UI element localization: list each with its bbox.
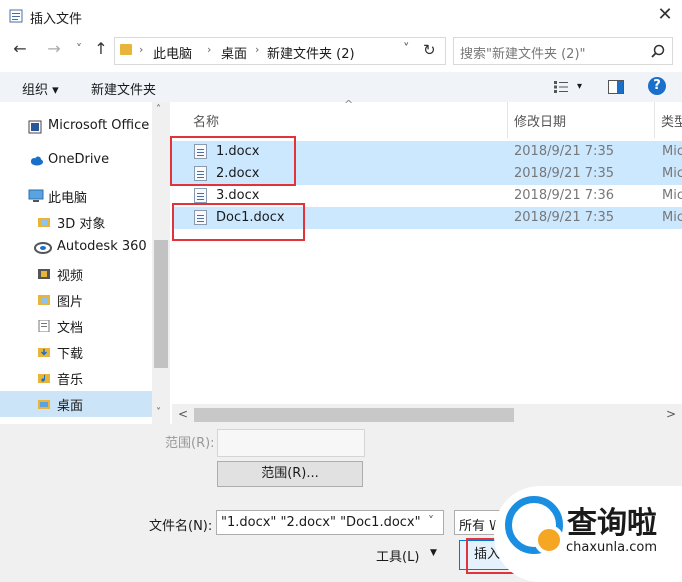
sidebar-item-this-pc[interactable]: 此电脑 xyxy=(0,183,152,209)
forward-button[interactable]: → xyxy=(43,38,65,60)
sidebar-item-label: Microsoft Office xyxy=(48,118,150,133)
preview-pane-icon[interactable] xyxy=(608,80,624,94)
file-name: 3.docx xyxy=(216,188,260,203)
sidebar-item-autodesk-360[interactable]: Autodesk 360 xyxy=(0,235,152,261)
documents-icon xyxy=(38,320,50,332)
up-button[interactable]: ↑ xyxy=(90,38,112,60)
pictures-icon xyxy=(38,295,50,305)
breadcrumb-separator: › xyxy=(207,43,212,56)
navigation-pane: Microsoft Office OneDrive 此电脑 3D 对象 Auto… xyxy=(0,102,170,424)
sidebar-item-label: 视频 xyxy=(57,269,84,284)
sidebar-item-label: 下载 xyxy=(57,347,84,362)
file-modified: 2018/9/21 7:35 xyxy=(514,166,614,181)
command-bar: 组织 ▾ 新建文件夹 ▾ ? xyxy=(0,72,682,102)
address-dropdown-button[interactable]: ˅ xyxy=(403,42,410,57)
refresh-button[interactable]: ↻ xyxy=(423,41,436,59)
sidebar-item-label: 桌面 xyxy=(57,399,84,414)
sidebar-item-label: 3D 对象 xyxy=(57,217,106,232)
breadcrumb-separator: › xyxy=(139,43,144,56)
title-bar: 插入文件 ✕ xyxy=(0,0,682,32)
file-modified: 2018/9/21 7:35 xyxy=(514,144,614,159)
tools-button[interactable]: 工具(L) xyxy=(376,546,419,565)
sidebar-item-label: 此电脑 xyxy=(48,191,88,206)
file-modified: 2018/9/21 7:36 xyxy=(514,188,614,203)
chevron-down-icon[interactable]: ˅ xyxy=(428,514,434,528)
sidebar-item-music[interactable]: 音乐 xyxy=(0,365,152,391)
column-divider[interactable] xyxy=(507,102,508,138)
document-icon xyxy=(9,9,23,23)
music-icon xyxy=(38,374,50,383)
sidebar-item-videos[interactable]: 视频 xyxy=(0,261,152,287)
window-title: 插入文件 xyxy=(30,12,83,27)
sidebar-item-desktop[interactable]: 桌面 xyxy=(0,391,152,417)
range-label: 范围(R): xyxy=(165,436,215,451)
sidebar-item-documents[interactable]: 文档 xyxy=(0,313,152,339)
watermark-logo-dot xyxy=(534,525,564,555)
scroll-down-arrow[interactable]: ˅ xyxy=(156,407,161,418)
autodesk-icon xyxy=(34,242,52,254)
column-divider[interactable] xyxy=(654,102,655,138)
sidebar-item-label: OneDrive xyxy=(48,152,110,167)
sidebar-item-label: 图片 xyxy=(57,295,84,310)
sidebar-item-label: 音乐 xyxy=(57,373,84,388)
sidebar-item-downloads[interactable]: 下载 xyxy=(0,339,152,365)
close-button[interactable]: ✕ xyxy=(654,4,676,26)
breadcrumb-separator: › xyxy=(255,43,260,56)
cloud-icon xyxy=(31,156,43,166)
watermark-brand: 查询啦 xyxy=(567,506,657,541)
office-icon xyxy=(28,120,42,134)
column-header-modified[interactable]: 修改日期 xyxy=(514,111,566,130)
file-type: Mic xyxy=(662,188,682,203)
organize-button[interactable]: 组织 ▾ xyxy=(22,79,59,98)
filename-label: 文件名(N): xyxy=(149,519,213,534)
scroll-right-arrow[interactable]: > xyxy=(666,407,676,421)
column-header-name[interactable]: 名称 xyxy=(193,111,219,130)
video-icon xyxy=(38,269,50,279)
scroll-left-arrow[interactable]: < xyxy=(178,407,188,421)
highlight-box xyxy=(170,136,296,186)
range-button[interactable]: 范围(R)... xyxy=(217,461,363,487)
scroll-up-arrow[interactable]: ˄ xyxy=(156,104,161,115)
address-bar[interactable]: › 此电脑 › 桌面 › 新建文件夹 (2) ˅ ↻ xyxy=(114,37,446,65)
folder-icon xyxy=(38,218,50,227)
search-box[interactable]: 搜索"新建文件夹 (2)" xyxy=(453,37,673,65)
view-options-icon[interactable] xyxy=(553,80,569,94)
sidebar-item-label: Autodesk 360 xyxy=(57,239,147,254)
word-document-icon xyxy=(194,188,207,203)
filename-combobox[interactable]: "1.docx" "2.docx" "Doc1.docx" ˅ xyxy=(216,510,444,535)
folder-icon xyxy=(120,44,132,55)
computer-icon xyxy=(28,189,44,202)
back-button[interactable]: ← xyxy=(9,38,31,60)
breadcrumb-desktop[interactable]: 桌面 xyxy=(221,43,247,62)
recent-locations-button[interactable]: ˅ xyxy=(68,38,90,60)
navigation-scrollbar-thumb[interactable] xyxy=(154,240,168,368)
download-icon xyxy=(38,348,50,357)
breadcrumb-this-pc[interactable]: 此电脑 xyxy=(153,43,192,62)
help-button[interactable]: ? xyxy=(648,77,666,95)
file-type: Mic xyxy=(662,166,682,181)
search-icon[interactable] xyxy=(650,43,666,59)
sort-indicator-icon: ^ xyxy=(344,98,354,111)
watermark-url: chaxunla.com xyxy=(566,540,657,555)
view-menu-button[interactable]: ▾ xyxy=(577,81,582,92)
breadcrumb-new-folder[interactable]: 新建文件夹 (2) xyxy=(267,43,355,62)
file-modified: 2018/9/21 7:35 xyxy=(514,210,614,225)
desktop-icon xyxy=(38,400,50,409)
sidebar-item-onedrive[interactable]: OneDrive xyxy=(0,148,152,174)
search-input[interactable]: 搜索"新建文件夹 (2)" xyxy=(460,43,586,62)
new-folder-button[interactable]: 新建文件夹 xyxy=(91,79,156,98)
sidebar-item-3d-objects[interactable]: 3D 对象 xyxy=(0,209,152,235)
sidebar-item-pictures[interactable]: 图片 xyxy=(0,287,152,313)
file-type: Mic xyxy=(662,144,682,159)
file-type: Mic xyxy=(662,210,682,225)
sidebar-item-label: 文档 xyxy=(57,321,84,336)
filename-input[interactable]: "1.docx" "2.docx" "Doc1.docx" xyxy=(221,515,421,530)
highlight-box xyxy=(172,203,305,241)
column-header-type[interactable]: 类型 xyxy=(661,111,682,130)
file-list-hscrollbar-thumb[interactable] xyxy=(194,408,514,422)
range-input xyxy=(217,429,365,457)
tools-dropdown-icon[interactable]: ▼ xyxy=(430,548,437,558)
sidebar-item-microsoft-office[interactable]: Microsoft Office xyxy=(0,114,152,140)
